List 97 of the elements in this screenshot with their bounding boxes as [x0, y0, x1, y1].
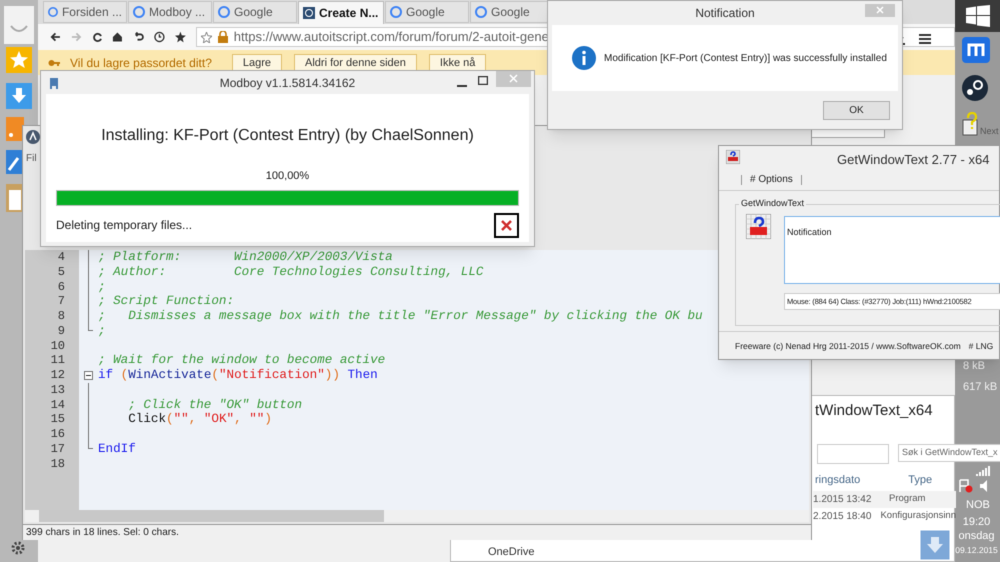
- code-line: ; Dismisses a message box with the title "Error Message" by clicking the OK bu: [98, 309, 703, 324]
- code-line: ;: [98, 280, 106, 294]
- help-document-icon[interactable]: [962, 112, 978, 136]
- footer-text: Freeware (c) Nenad Hrg 2011-2015 / www.SoftwareOK.com: [735, 340, 961, 353]
- clock-icon[interactable]: [154, 31, 165, 43]
- settings-icon[interactable]: [10, 540, 26, 556]
- grid-question-icon: [726, 150, 740, 164]
- line-number: 4: [56, 250, 66, 265]
- line-number: 5: [56, 264, 66, 280]
- code-line: ; Wait for the window to become active: [98, 353, 386, 368]
- download-icon[interactable]: [6, 83, 32, 109]
- status-bar-text: 399 chars in 18 lines. Sel: 0 chars.: [25, 526, 179, 540]
- code-line: if (WinActivate("Notification")) Then: [98, 368, 378, 383]
- window-title: tWindowText_x64: [815, 401, 933, 421]
- line-number: 15: [50, 412, 66, 427]
- line-number: 16: [50, 427, 66, 442]
- line-number: 8: [56, 309, 66, 324]
- options-menu[interactable]: # Options: [750, 172, 793, 187]
- code-line: ;: [98, 324, 106, 338]
- menu-icon[interactable]: [919, 33, 931, 45]
- browser-tab[interactable]: Modboy ...: [128, 1, 212, 23]
- window-title: Notification: [695, 5, 755, 22]
- progress-percent: 100,00%: [266, 169, 310, 184]
- line-number: 10: [50, 338, 66, 354]
- grid-question-icon[interactable]: [746, 214, 771, 239]
- star-icon[interactable]: [174, 31, 186, 43]
- table-cell-text: 1.2015 13:42: [813, 493, 872, 507]
- sidebar-item[interactable]: OneDrive: [488, 544, 534, 560]
- site-icon: [218, 6, 230, 18]
- code-line: ; Author: Core Technologies Consulting, LLC: [98, 264, 484, 280]
- flag-error-icon: [959, 479, 973, 493]
- site-icon: [303, 7, 315, 19]
- scroll-bar[interactable]: [25, 510, 809, 522]
- reload-icon[interactable]: [92, 31, 102, 43]
- site-icon: [133, 6, 145, 18]
- code-line: ; Script Function:: [98, 294, 234, 309]
- line-number: 18: [50, 456, 66, 472]
- line-number: 9: [56, 324, 66, 338]
- url-text: https://www.autoitscript.com/forum/forum/2-autoit-gene: [234, 28, 549, 46]
- site-icon: [390, 6, 402, 18]
- table-cell-text: Program: [889, 492, 926, 506]
- line-number: 6: [56, 280, 66, 294]
- file-size: 8 kB: [963, 359, 986, 374]
- network-icon: [976, 466, 990, 476]
- clock-date: 09.12.2015: [955, 544, 998, 557]
- clock-day: onsdag: [958, 529, 995, 543]
- column-header[interactable]: Type: [908, 472, 932, 488]
- code-line: EndIf: [98, 442, 136, 456]
- browser-tab[interactable]: Forsiden ...: [43, 1, 127, 23]
- code-line: ; Platform: Win2000/XP/2003/Vista: [98, 250, 393, 265]
- password-prompt: Vil du lagre passordet ditt?: [70, 54, 212, 72]
- back-icon[interactable]: [50, 31, 61, 43]
- group-label: GetWindowText: [739, 198, 806, 209]
- home-icon[interactable]: [112, 31, 124, 43]
- clock-time: 19:20: [962, 515, 990, 529]
- line-number: 11: [50, 353, 66, 368]
- text-field[interactable]: Notification: [784, 216, 1000, 284]
- file-size: 617 kB: [963, 380, 998, 394]
- line-number: 14: [50, 398, 66, 412]
- window-title: Modboy v1.1.5814.34162: [220, 74, 356, 92]
- address-field[interactable]: [817, 444, 889, 464]
- close-icon: [501, 220, 512, 230]
- info-icon: [572, 46, 596, 70]
- app-icon[interactable]: [962, 37, 990, 63]
- app-icon: [26, 130, 40, 144]
- line-number: 12: [50, 368, 66, 383]
- dialog-message: Modification [KF-Port (Contest Entry)] was successfully installed: [604, 52, 887, 66]
- undo-icon[interactable]: [133, 31, 144, 43]
- prompt-button[interactable]: Lagre: [232, 54, 282, 72]
- table-cell-text: 2.2015 18:40: [813, 510, 872, 524]
- start-button[interactable]: [955, 0, 1000, 32]
- bookmark-icon[interactable]: [200, 32, 212, 42]
- line-number: 17: [50, 442, 66, 456]
- menu-item[interactable]: Fil: [26, 151, 37, 166]
- maximize-icon[interactable]: [478, 76, 488, 85]
- windows-logo-icon: [966, 5, 990, 27]
- browser-tab[interactable]: Google: [213, 1, 297, 23]
- lock-icon: [218, 31, 228, 43]
- prompt-button[interactable]: Ikke nå: [428, 54, 486, 72]
- ok-button[interactable]: OK: [823, 101, 890, 120]
- line-number: 7: [56, 294, 66, 309]
- column-header[interactable]: ringsdato: [815, 472, 860, 488]
- code-line: ; Click the "OK" button: [127, 398, 302, 412]
- language-menu[interactable]: # LNG: [968, 340, 994, 353]
- browser-tab[interactable]: Create N...: [298, 1, 384, 24]
- install-heading: Installing: KF-Port (Contest Entry) (by ChaelSonnen): [101, 126, 474, 146]
- search-field[interactable]: Søk i GetWindowText_x: [898, 444, 1000, 462]
- status-text: Deleting temporary files...: [56, 217, 192, 234]
- browser-tab[interactable]: Google: [385, 1, 469, 23]
- prompt-button[interactable]: Aldri for denne siden: [294, 54, 417, 72]
- fold-toggle-icon[interactable]: [84, 371, 93, 380]
- window-title: GetWindowText 2.77 - x64: [837, 151, 990, 169]
- code-line: Click("", "OK", ""): [127, 412, 272, 427]
- cancel-button[interactable]: [494, 212, 519, 238]
- site-icon: [475, 6, 487, 18]
- line-number: 13: [50, 382, 66, 398]
- site-icon: [48, 6, 58, 18]
